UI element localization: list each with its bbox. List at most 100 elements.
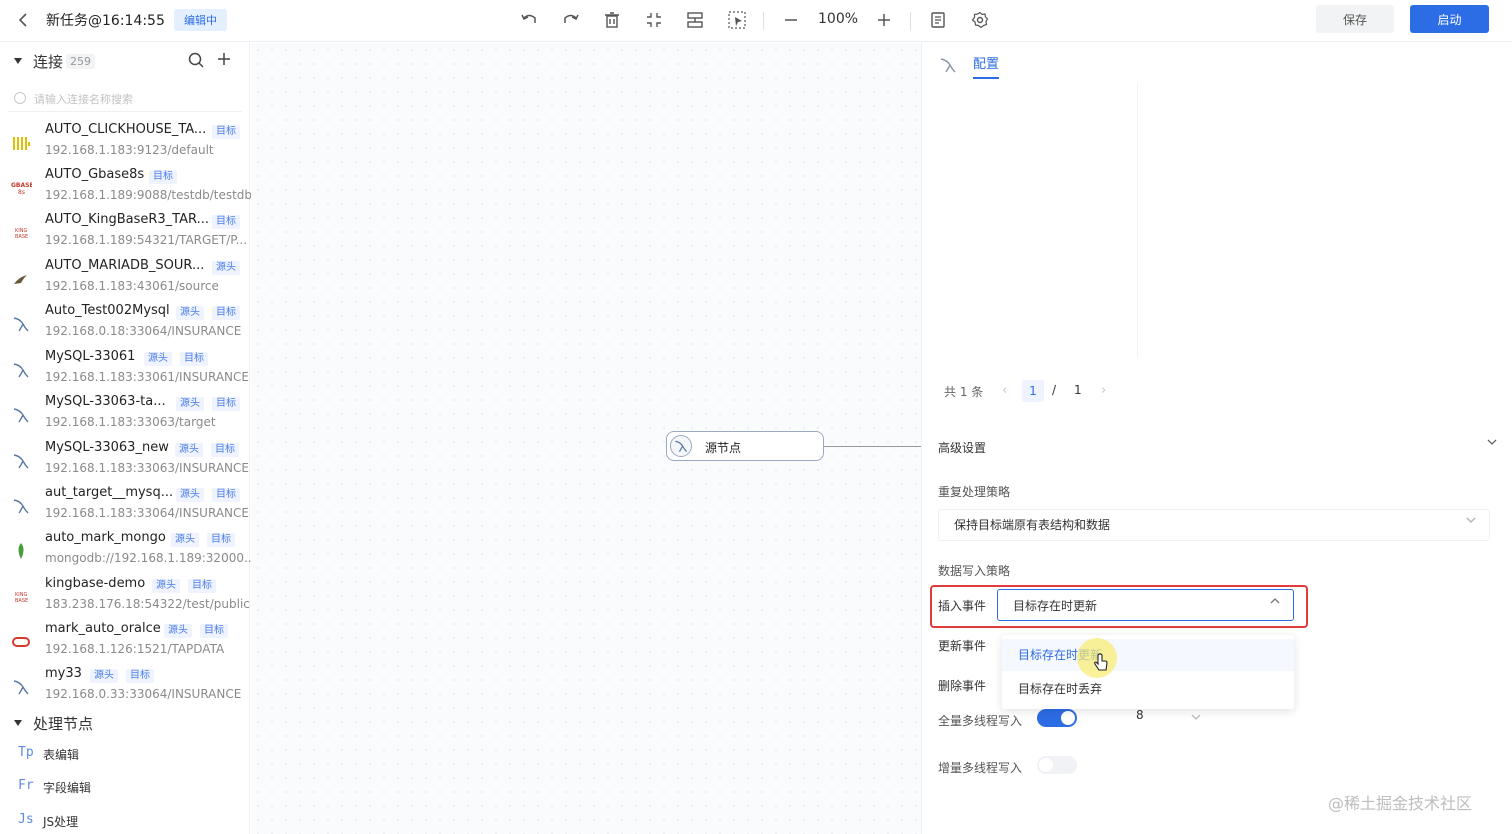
hand-pointer-icon	[1093, 653, 1109, 677]
prev-page-icon[interactable]: ‹	[1002, 383, 1007, 398]
mariadb-icon	[10, 268, 32, 290]
dup-strategy-select[interactable]: 保持目标端原有表结构和数据	[938, 509, 1490, 541]
source-tag: 源头	[175, 443, 203, 457]
select-mode-icon[interactable]	[725, 8, 749, 32]
gbase-icon: GBASE 8s	[10, 177, 32, 199]
mysql-icon	[10, 359, 32, 381]
target-tag: 目标	[200, 624, 228, 638]
processing-node-item[interactable]: Js JS处理	[0, 806, 250, 834]
auto-layout-icon[interactable]	[683, 8, 707, 32]
full-thread-toggle[interactable]	[1037, 709, 1077, 727]
connection-item[interactable]: MySQL-33061 源头 目标 192.168.1.183:33061/IN…	[0, 346, 250, 391]
source-tag: 源头	[212, 261, 240, 275]
zoom-in-icon[interactable]	[872, 8, 896, 32]
connection-name: mark_auto_oralce	[45, 621, 161, 636]
connection-item[interactable]: mark_auto_oralce 源头 目标 192.168.1.126:152…	[0, 618, 250, 663]
connection-item[interactable]: KING BASE kingbase-demo 源头 目标 183.238.176…	[0, 573, 250, 618]
processing-node-item[interactable]: Fr 字段编辑	[0, 772, 250, 802]
dropdown-option[interactable]: 目标存在时丢弃	[1002, 673, 1294, 705]
left-sidebar: 连接 259 AUTO_CLICKHOUSE_TA... 目标 192.168.…	[0, 43, 255, 834]
source-node[interactable]: 源节点	[666, 431, 824, 461]
settings-gear-icon[interactable]	[968, 8, 992, 32]
config-panel: 配置 共 1 条 ‹ 1 / 1 › 高级设置 重复处理策略 保持目标端原有表结…	[921, 43, 1512, 834]
chevron-down-icon[interactable]	[1190, 711, 1202, 726]
connection-item[interactable]: AUTO_CLICKHOUSE_TA... 目标 192.168.1.183:9…	[0, 119, 250, 164]
connections-section-header[interactable]: 连接 259	[0, 45, 250, 77]
connection-item[interactable]: MySQL-33063-ta... 源头 目标 192.168.1.183:33…	[0, 391, 250, 436]
connection-item[interactable]: MySQL-33063_new 源头 目标 192.168.1.183:3306…	[0, 437, 250, 482]
connection-name: auto_mark_mongo	[45, 530, 166, 545]
undo-icon[interactable]	[517, 8, 541, 32]
task-title[interactable]: 新任务@16:14:55	[46, 10, 165, 30]
current-page[interactable]: 1	[1022, 380, 1044, 402]
connection-search-field[interactable]	[8, 86, 242, 112]
connection-name: kingbase-demo	[45, 576, 146, 591]
target-tag: 目标	[212, 215, 240, 229]
processing-section-header[interactable]: 处理节点	[0, 707, 250, 739]
connection-item[interactable]: Auto_Test002Mysql 源头 目标 192.168.0.18:330…	[0, 300, 250, 345]
insert-event-dropdown: 目标存在时更新 目标存在时丢弃	[1002, 635, 1294, 709]
connection-address: 192.168.1.183:9123/default	[45, 143, 214, 157]
back-arrow-icon[interactable]	[14, 10, 36, 30]
connection-name: MySQL-33061	[45, 349, 136, 364]
top-toolbar: 新任务@16:14:55 编辑中 100% 保存 启动	[0, 0, 1512, 42]
collapse-caret-icon[interactable]	[14, 58, 22, 64]
connection-name: aut_target__mysq...	[45, 485, 174, 500]
clickhouse-icon	[10, 132, 32, 154]
full-thread-count[interactable]: 8	[1136, 708, 1144, 722]
connection-item[interactable]: auto_mark_mongo 源头 目标 mongodb://192.168.…	[0, 527, 255, 572]
pagination-total-pages: 1	[1074, 383, 1082, 397]
connection-address: 192.168.1.183:43061/source	[45, 279, 219, 293]
target-tag: 目标	[212, 397, 240, 411]
connection-item[interactable]: AUTO_MARIADB_SOUR... 源头 192.168.1.183:43…	[0, 255, 250, 300]
zoom-out-icon[interactable]	[779, 8, 803, 32]
processing-node-item[interactable]: Tp 表编辑	[0, 739, 250, 769]
connection-address: 192.168.1.183:33061/INSURANCE	[45, 370, 249, 384]
svg-text:8s: 8s	[18, 189, 25, 196]
dropdown-option[interactable]: 目标存在时更新	[1002, 639, 1294, 671]
add-connection-icon[interactable]	[216, 51, 232, 71]
js-process-icon: Js	[18, 812, 34, 827]
source-tag: 源头	[164, 624, 192, 638]
log-document-icon[interactable]	[926, 8, 950, 32]
connection-address: 192.168.1.126:1521/TAPDATA	[45, 642, 225, 656]
save-button[interactable]: 保存	[1316, 5, 1394, 33]
connection-search-input[interactable]	[34, 89, 234, 109]
source-tag: 源头	[152, 579, 180, 593]
connection-item[interactable]: aut_target__mysq... 源头 目标 192.168.1.183:…	[0, 482, 250, 527]
source-node-label: 源节点	[705, 441, 742, 455]
source-tag: 源头	[144, 352, 172, 366]
dag-canvas[interactable]: 源节点	[251, 43, 921, 834]
start-button[interactable]: 启动	[1410, 5, 1489, 33]
update-event-label: 更新事件	[938, 639, 987, 653]
edit-status-badge: 编辑中	[174, 9, 227, 31]
delete-event-label: 删除事件	[938, 679, 987, 693]
connection-address: 192.168.1.183:33064/INSURANCE	[45, 506, 249, 520]
connection-name: Auto_Test002Mysql	[45, 303, 170, 318]
connection-item[interactable]: GBASE 8s AUTO_Gbase8s 目标 192.168.1.189:90…	[0, 164, 252, 209]
redo-icon[interactable]	[559, 8, 583, 32]
toolbar-divider	[763, 12, 764, 30]
fit-view-icon[interactable]	[642, 8, 666, 32]
chevron-down-icon[interactable]	[1486, 437, 1498, 450]
next-page-icon[interactable]: ›	[1101, 383, 1106, 398]
tab-config[interactable]: 配置	[973, 53, 1000, 79]
target-tag: 目标	[188, 579, 216, 593]
target-tag: 目标	[212, 125, 240, 139]
table-edit-icon: Tp	[18, 745, 34, 760]
collapse-caret-icon[interactable]	[14, 720, 22, 726]
node-connection-edge	[824, 446, 921, 447]
delete-icon[interactable]	[600, 8, 624, 32]
mysql-icon	[10, 676, 32, 698]
advanced-settings-title[interactable]: 高级设置	[938, 439, 986, 456]
connection-item[interactable]: my33 源头 目标 192.168.0.33:33064/INSURANCE	[0, 663, 250, 708]
incr-thread-toggle[interactable]	[1037, 756, 1077, 774]
search-icon[interactable]	[187, 51, 205, 73]
processing-node-label: JS处理	[43, 815, 79, 829]
connection-name: AUTO_MARIADB_SOUR...	[45, 258, 205, 273]
insert-event-select[interactable]: 目标存在时更新	[997, 589, 1294, 621]
processing-title: 处理节点	[33, 714, 94, 733]
connection-name: AUTO_CLICKHOUSE_TA...	[45, 122, 207, 137]
connection-address: 192.168.0.18:33064/INSURANCE	[45, 324, 242, 338]
connection-item[interactable]: KING BASE AUTO_KingBaseR3_TAR... 目标 192.1…	[0, 209, 250, 254]
